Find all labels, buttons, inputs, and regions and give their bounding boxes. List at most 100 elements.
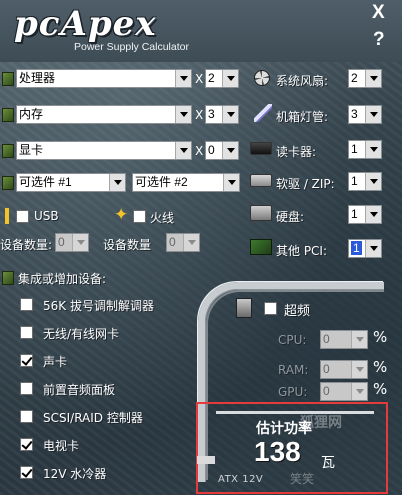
cardreader-label: 读卡器: bbox=[276, 145, 317, 159]
usb-count-label: 设备数量: bbox=[0, 238, 53, 252]
chevron-down-icon bbox=[175, 70, 191, 87]
integrated-checkbox-watercool[interactable] bbox=[20, 466, 33, 479]
app-logo: pcApex bbox=[14, 4, 157, 44]
close-button[interactable]: X bbox=[372, 2, 385, 24]
chevron-down-icon bbox=[222, 70, 238, 87]
overclock-ram-label: RAM: bbox=[278, 363, 309, 377]
atx-plug bbox=[197, 456, 215, 464]
chevron-down-icon bbox=[365, 173, 381, 190]
watermark-text: 狐狸网 bbox=[300, 415, 342, 431]
help-button[interactable]: ? bbox=[373, 29, 385, 51]
integrated-label-sound: 声卡 bbox=[43, 355, 68, 369]
integrated-label-scsi: SCSI/RAID 控制器 bbox=[43, 411, 143, 425]
integrated-icon bbox=[2, 271, 14, 285]
usb-icon bbox=[2, 208, 12, 224]
integrated-label-front-audio: 前置音频面板 bbox=[43, 383, 116, 397]
integrated-label-watercool: 12V 水冷器 bbox=[43, 467, 107, 481]
pci-card-icon bbox=[250, 239, 272, 255]
optional-1-select[interactable]: 可选件 #1 bbox=[16, 173, 126, 192]
floppy-select[interactable]: 1 bbox=[348, 172, 382, 191]
hdd-select[interactable]: 1 bbox=[348, 205, 382, 224]
floppy-label: 软驱 / ZIP: bbox=[276, 177, 335, 191]
app-window: pcApex Power Supply Calculator X ? 处理器 X… bbox=[0, 0, 402, 495]
overclock-gpu-percent: % bbox=[373, 380, 388, 398]
pci-label: 其他 PCI: bbox=[276, 244, 328, 258]
integrated-checkbox-sound[interactable] bbox=[20, 354, 33, 367]
estimated-power-unit: 瓦 bbox=[321, 455, 335, 471]
integrated-checkbox-front-audio[interactable] bbox=[20, 382, 33, 395]
chevron-down-icon bbox=[351, 361, 367, 378]
chevron-down-icon bbox=[222, 142, 238, 159]
ram-times-sign: X bbox=[195, 108, 204, 122]
chevron-down-icon bbox=[183, 234, 199, 251]
overclock-gpu-select[interactable]: 0 bbox=[320, 382, 368, 401]
floppy-drive-icon bbox=[250, 174, 272, 187]
pci-select[interactable]: 1 bbox=[348, 239, 382, 258]
cpu-times-sign: X bbox=[195, 72, 204, 86]
card-reader-icon bbox=[250, 142, 272, 155]
chevron-down-icon bbox=[351, 331, 367, 348]
chevron-down-icon bbox=[222, 106, 238, 123]
fans-select[interactable]: 2 bbox=[348, 69, 382, 88]
overclock-ram-select[interactable]: 0 bbox=[320, 360, 368, 379]
optional-icon bbox=[2, 176, 14, 190]
gpu-icon bbox=[2, 144, 14, 158]
cpu-select[interactable]: 处理器 bbox=[16, 69, 192, 88]
gpu-select[interactable]: 显卡 bbox=[16, 141, 192, 160]
cardreader-select[interactable]: 1 bbox=[348, 140, 382, 159]
firewire-icon bbox=[114, 205, 130, 225]
estimated-power-value: 138 bbox=[254, 436, 301, 467]
tubes-label: 机箱灯管: bbox=[276, 110, 329, 124]
chevron-down-icon bbox=[72, 234, 88, 251]
overclock-label: 超频 bbox=[284, 304, 311, 319]
integrated-checkbox-modem[interactable] bbox=[20, 298, 33, 311]
overclock-cpu-select[interactable]: 0 bbox=[320, 330, 368, 349]
gpu-qty-select[interactable]: 0 bbox=[205, 141, 239, 160]
chevron-down-icon bbox=[351, 383, 367, 400]
overclock-checkbox[interactable] bbox=[264, 302, 277, 315]
overclock-gpu-label: GPU: bbox=[278, 385, 308, 399]
chevron-down-icon bbox=[365, 206, 381, 223]
chevron-down-icon bbox=[365, 141, 381, 158]
fans-label: 系统风扇: bbox=[276, 74, 329, 88]
cpu-qty-select[interactable]: 2 bbox=[205, 69, 239, 88]
firewire-count-label: 设备数量 bbox=[103, 238, 152, 252]
tubes-select[interactable]: 3 bbox=[348, 105, 382, 124]
firewire-label: 火线 bbox=[150, 211, 175, 225]
integrated-checkbox-tv[interactable] bbox=[20, 438, 33, 451]
integrated-title: 集成或增加设备: bbox=[18, 272, 107, 286]
chevron-down-icon bbox=[175, 142, 191, 159]
optional-2-select[interactable]: 可选件 #2 bbox=[132, 173, 240, 192]
overclock-cpu-label: CPU: bbox=[278, 333, 307, 347]
app-subtitle: Power Supply Calculator bbox=[74, 41, 189, 53]
hard-disk-icon bbox=[250, 205, 272, 221]
firewire-checkbox[interactable] bbox=[133, 210, 146, 223]
chevron-down-icon bbox=[365, 106, 381, 123]
usb-checkbox[interactable] bbox=[16, 210, 29, 223]
pc-tower-icon bbox=[236, 298, 252, 318]
chevron-down-icon bbox=[365, 240, 381, 257]
overclock-cpu-percent: % bbox=[373, 328, 388, 346]
chevron-down-icon bbox=[175, 106, 191, 123]
result-divider bbox=[216, 411, 374, 414]
chevron-down-icon bbox=[365, 70, 381, 87]
overclock-ram-percent: % bbox=[373, 358, 388, 376]
ram-select[interactable]: 内存 bbox=[16, 105, 192, 124]
gpu-times-sign: X bbox=[195, 144, 204, 158]
usb-count-select[interactable]: 0 bbox=[55, 233, 89, 252]
ram-icon bbox=[2, 108, 14, 122]
firewire-count-select[interactable]: 0 bbox=[166, 233, 200, 252]
hdd-label: 硬盘: bbox=[276, 210, 305, 224]
ram-qty-select[interactable]: 3 bbox=[205, 105, 239, 124]
fan-icon bbox=[254, 70, 270, 86]
integrated-label-modem: 56K 拔号调制解调器 bbox=[43, 299, 154, 313]
cpu-icon bbox=[2, 72, 14, 86]
chevron-down-icon bbox=[109, 174, 125, 191]
usb-label: USB bbox=[34, 209, 59, 223]
integrated-label-nic: 无线/有线网卡 bbox=[43, 327, 120, 341]
chevron-down-icon bbox=[223, 174, 239, 191]
integrated-label-tv: 电视卡 bbox=[43, 439, 80, 453]
watermark-text-secondary: 笑笑 bbox=[290, 472, 315, 486]
integrated-checkbox-nic[interactable] bbox=[20, 326, 33, 339]
integrated-checkbox-scsi[interactable] bbox=[20, 410, 33, 423]
